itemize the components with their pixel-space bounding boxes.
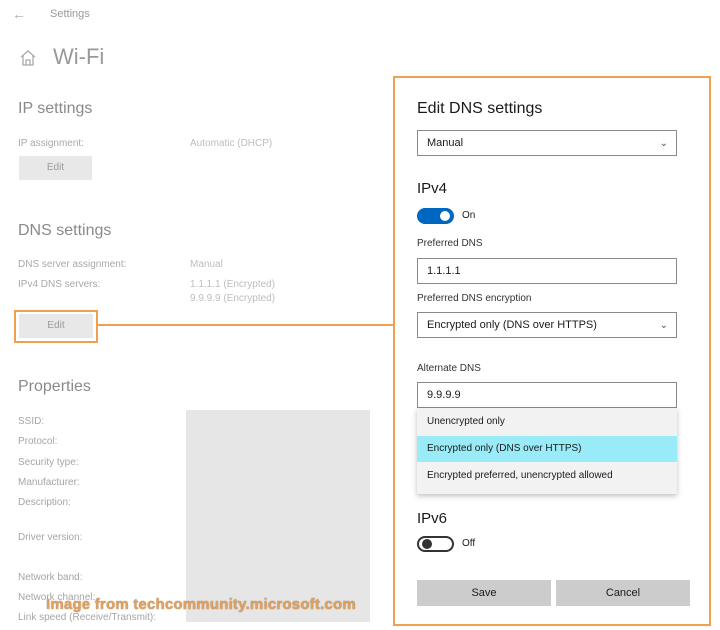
- chevron-down-icon: ⌄: [659, 138, 668, 149]
- dns-assignment-value: Manual: [190, 259, 223, 270]
- dns-server-1: 1.1.1.1 (Encrypted): [190, 279, 276, 290]
- breadcrumb: Settings: [50, 8, 90, 20]
- ipv6-toggle-label: Off: [462, 538, 476, 549]
- dropdown-option-encrypted-https[interactable]: Encrypted only (DNS over HTTPS): [417, 436, 677, 462]
- ssid-label: SSID:: [18, 416, 45, 427]
- dns-mode-value: Manual: [427, 137, 464, 149]
- ipv6-heading: IPv6: [417, 510, 448, 527]
- dialog-title: Edit DNS settings: [417, 100, 543, 117]
- toggle-knob: [440, 211, 450, 221]
- page-title: Wi-Fi: [53, 44, 105, 69]
- alternate-encryption-dropdown: Unencrypted only Encrypted only (DNS ove…: [417, 408, 677, 494]
- highlight-connector-line: [98, 324, 394, 326]
- link-speed-label: Link speed (Receive/Transmit):: [18, 612, 157, 623]
- properties-heading: Properties: [18, 378, 91, 395]
- network-band-label: Network band:: [18, 572, 83, 583]
- toggle-knob: [422, 539, 432, 549]
- save-button[interactable]: Save: [417, 580, 551, 606]
- dns-server-2: 9.9.9.9 (Encrypted): [190, 293, 276, 304]
- edit-dns-dialog: Edit DNS settings Manual ⌄ IPv4 On Prefe…: [393, 76, 711, 626]
- ipv4-toggle-label: On: [462, 210, 476, 221]
- preferred-dns-input[interactable]: [417, 258, 677, 284]
- dropdown-option-encrypted-preferred[interactable]: Encrypted preferred, unencrypted allowed: [417, 463, 677, 489]
- description-label: Description:: [18, 497, 71, 508]
- preferred-dns-encryption-select[interactable]: Encrypted only (DNS over HTTPS) ⌄: [417, 312, 677, 338]
- ipv4-heading: IPv4: [417, 180, 448, 197]
- watermark: Image from techcommunity.microsoft.com: [46, 596, 356, 613]
- encryption-value: Encrypted only (DNS over HTTPS): [427, 319, 597, 331]
- preferred-dns-encryption-label: Preferred DNS encryption: [417, 293, 532, 304]
- alternate-dns-label: Alternate DNS: [417, 363, 481, 374]
- ip-assignment-value: Automatic (DHCP): [190, 138, 273, 149]
- driver-version-label: Driver version:: [18, 532, 83, 543]
- ip-assignment-label: IP assignment:: [18, 138, 84, 149]
- ipv4-servers-label: IPv4 DNS servers:: [18, 279, 101, 290]
- chevron-down-icon: ⌄: [659, 320, 668, 331]
- security-type-label: Security type:: [18, 457, 79, 468]
- alternate-dns-input[interactable]: [417, 382, 677, 408]
- redacted-properties-block: [186, 410, 370, 622]
- ip-edit-button[interactable]: Edit: [19, 156, 92, 180]
- manufacturer-label: Manufacturer:: [18, 477, 80, 488]
- dns-assignment-label: DNS server assignment:: [18, 259, 127, 270]
- cancel-button[interactable]: Cancel: [556, 580, 690, 606]
- home-icon: [20, 50, 36, 66]
- ipv6-toggle[interactable]: [417, 536, 454, 552]
- back-arrow-icon[interactable]: ←: [12, 6, 26, 22]
- preferred-dns-label: Preferred DNS: [417, 238, 483, 249]
- dns-mode-select[interactable]: Manual ⌄: [417, 130, 677, 156]
- dns-settings-heading: DNS settings: [18, 222, 112, 239]
- dropdown-option-unencrypted[interactable]: Unencrypted only: [417, 409, 677, 435]
- ip-settings-heading: IP settings: [18, 100, 93, 117]
- ipv4-toggle[interactable]: [417, 208, 454, 224]
- protocol-label: Protocol:: [18, 436, 58, 447]
- edit-button-highlight: [14, 310, 98, 343]
